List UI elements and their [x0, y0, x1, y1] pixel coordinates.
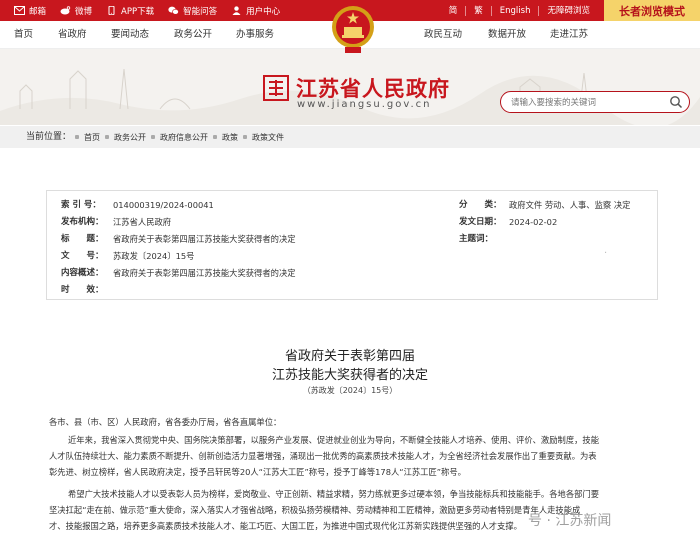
smart-qa-link[interactable]: 智能问答 — [168, 5, 217, 17]
info-publisher-label: 发布机构： — [61, 217, 104, 227]
info-date-value: 2024-02-02 — [509, 217, 558, 227]
article-salutation: 各市、县（市、区）人民政府，省各委办厅局，省各直属单位： — [49, 417, 282, 427]
article-doc-number: （苏政发〔2024〕15号） — [302, 386, 398, 395]
article-para-1-line-1: 近年来，我省深入贯彻党中央、国务院决策部署，以服务产业发展、促进就业创业为导向，… — [68, 435, 600, 445]
mail-link[interactable]: 邮箱 — [14, 5, 46, 17]
nav-services[interactable]: 办事服务 — [236, 21, 274, 49]
info-publisher: 发布机构： 江苏省人民政府 — [61, 214, 361, 230]
breadcrumb-items: 首页 政务公开 政府信息公开 政策 政策文件 — [70, 126, 284, 148]
info-category-label: 分 类： — [459, 200, 502, 210]
user-center-label: 用户中心 — [246, 6, 281, 17]
wechat-icon — [168, 6, 179, 15]
watermark-fragment: · — [604, 248, 608, 259]
info-publisher-value: 江苏省人民政府 — [113, 217, 172, 227]
search-icon[interactable] — [669, 95, 683, 109]
info-title-label: 标 题： — [61, 234, 104, 244]
top-bar-right: 简 繁 English 无障碍浏览 长者浏览模式 — [441, 0, 700, 21]
article-title-line-1: 省政府关于表彰第四届 — [284, 349, 415, 364]
info-index-label: 索 引 号： — [61, 200, 101, 210]
nav-province-gov[interactable]: 省政府 — [58, 21, 87, 49]
search-box — [500, 91, 690, 113]
info-summary: 内容概述： 省政府关于表彰第四届江苏技能大奖获得者的决定 — [61, 265, 461, 281]
info-docno-label: 文 号： — [61, 251, 104, 261]
info-index-value: 014000319/2024-00041 — [113, 200, 214, 210]
breadcrumb-separator-icon — [213, 135, 217, 139]
article-para-1-line-2: 人才队伍持续壮大、能力素质不断提升、创新创造活力显著增强，涌现出一批优秀的高素质… — [49, 451, 597, 461]
breadcrumb-separator-icon — [105, 135, 109, 139]
article-para-2-line-1: 希望广大技术技能人才以受表彰人员为榜样，爱岗敬业、守正创新、精益求精，努力练就更… — [68, 489, 600, 499]
info-category-value: 政府文件 劳动、人事、监察 决定 — [509, 200, 631, 210]
info-summary-label: 内容概述： — [61, 268, 104, 278]
breadcrumb-item-policy[interactable]: 政策 — [222, 132, 238, 143]
app-download-link[interactable]: APP下载 — [106, 5, 154, 17]
info-docno: 文 号： 苏政发〔2024〕15号 — [61, 248, 361, 264]
nav-about-jiangsu[interactable]: 走进江苏 — [550, 21, 588, 49]
weibo-icon — [60, 6, 71, 15]
breadcrumb-item-home[interactable]: 首页 — [84, 132, 100, 143]
accessibility-link[interactable]: 无障碍浏览 — [538, 5, 598, 16]
nav-news[interactable]: 要闻动态 — [111, 21, 149, 49]
info-docno-value: 苏政发〔2024〕15号 — [113, 251, 195, 261]
article-para-1-line-3: 彰先进、树立榜样，省人民政府决定，授予吕轩民等20人“江苏大工匠”称号，授予丁峰… — [49, 467, 466, 477]
info-date: 发文日期： 2024-02-02 — [459, 214, 659, 230]
mail-icon — [14, 6, 25, 15]
info-title-value: 省政府关于表彰第四届江苏技能大奖获得者的决定 — [113, 234, 296, 244]
info-category: 分 类： 政府文件 劳动、人事、监察 决定 — [459, 197, 659, 213]
info-validity-label: 时 效： — [61, 285, 104, 295]
breadcrumb-label: 当前位置： — [26, 132, 72, 142]
info-summary-value: 省政府关于表彰第四届江苏技能大奖获得者的决定 — [113, 268, 296, 278]
nav-interaction[interactable]: 政民互动 — [424, 21, 462, 49]
top-bar-left: 邮箱 微博 APP下载 智能问答 用户中心 — [14, 0, 294, 21]
weibo-label: 微博 — [75, 6, 93, 17]
user-icon — [231, 6, 242, 15]
elder-mode-button[interactable]: 长者浏览模式 — [604, 0, 700, 21]
mobile-icon — [106, 5, 117, 16]
nav-home[interactable]: 首页 — [14, 21, 33, 49]
simplified-chinese-link[interactable]: 简 — [441, 6, 466, 16]
watermark: 号 · 江苏新闻 — [528, 513, 612, 529]
breadcrumb-separator-icon — [151, 135, 155, 139]
article-title-line-2: 江苏技能大奖获得者的决定 — [271, 368, 428, 383]
document-info-box: 索 引 号： 014000319/2024-00041 分 类： 政府文件 劳动… — [46, 190, 658, 300]
english-link[interactable]: English — [490, 5, 539, 16]
app-download-label: APP下载 — [121, 6, 155, 17]
nav-open-data[interactable]: 数据开放 — [488, 21, 526, 49]
info-index: 索 引 号： 014000319/2024-00041 — [61, 197, 361, 213]
site-url: www.jiangsu.gov.cn — [297, 99, 432, 110]
weibo-link[interactable]: 微博 — [60, 5, 92, 17]
jiangsu-logo-icon — [263, 75, 289, 101]
breadcrumb-separator-icon — [75, 135, 79, 139]
mail-label: 邮箱 — [29, 6, 47, 17]
info-title: 标 题： 省政府关于表彰第四届江苏技能大奖获得者的决定 — [61, 231, 361, 247]
traditional-chinese-link[interactable]: 繁 — [465, 5, 491, 16]
breadcrumb-item-gov-affairs[interactable]: 政务公开 — [114, 132, 146, 143]
nav-gov-affairs[interactable]: 政务公开 — [174, 21, 212, 49]
breadcrumb-separator-icon — [243, 135, 247, 139]
info-date-label: 发文日期： — [459, 217, 502, 227]
smart-qa-label: 智能问答 — [183, 6, 218, 17]
info-topic-label: 主题词： — [459, 234, 494, 244]
user-center-link[interactable]: 用户中心 — [231, 5, 280, 17]
breadcrumb: 当前位置： 首页 政务公开 政府信息公开 政策 政策文件 — [0, 126, 700, 148]
info-validity: 时 效： — [61, 282, 361, 298]
info-topic: 主题词： — [459, 231, 659, 247]
national-emblem-icon — [332, 6, 374, 53]
breadcrumb-item-policy-docs[interactable]: 政策文件 — [252, 132, 284, 143]
search-input[interactable] — [511, 95, 661, 109]
breadcrumb-item-info-disclosure[interactable]: 政府信息公开 — [160, 132, 208, 143]
